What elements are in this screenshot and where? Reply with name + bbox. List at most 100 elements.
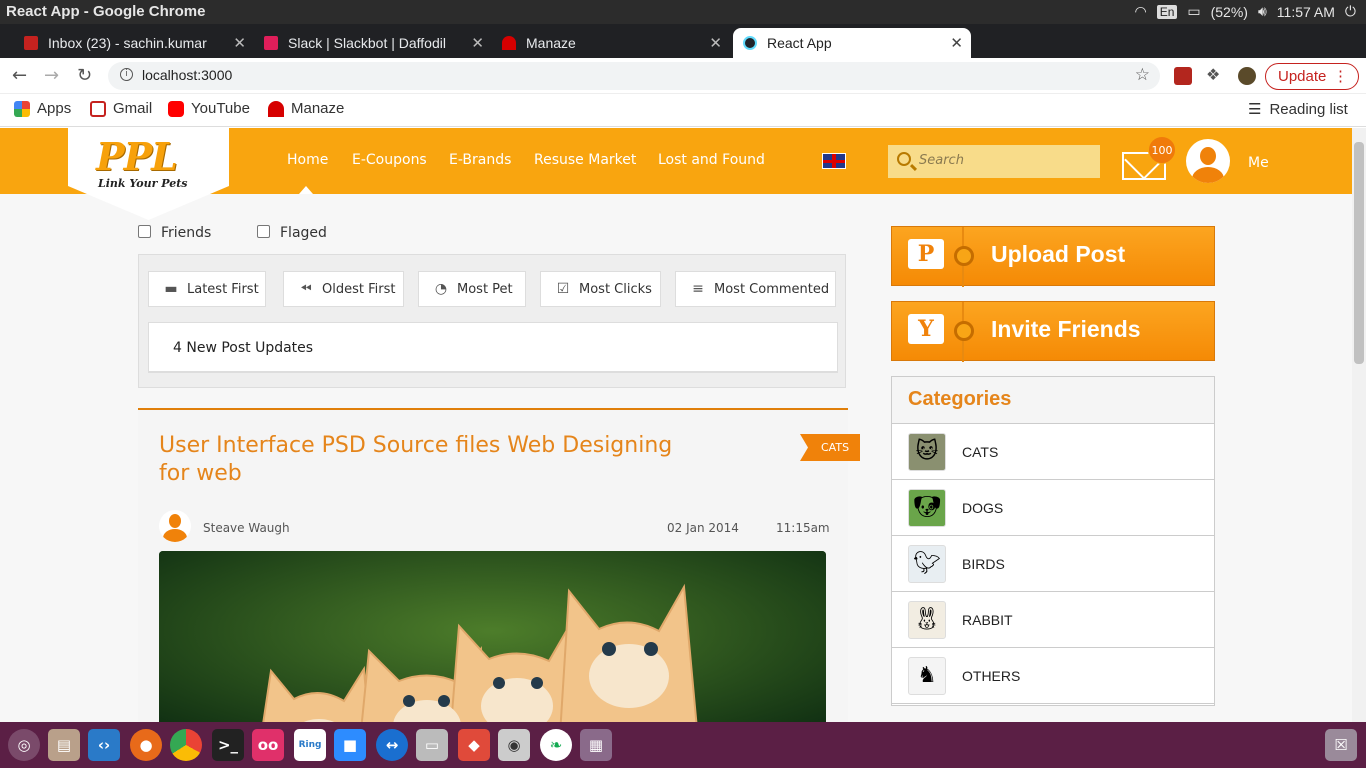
site-logo[interactable]: PPL Link Your Pets [68,128,229,220]
post-category-tag[interactable]: CATS [800,434,860,461]
category-rabbit[interactable]: 🐰︎ RABBIT [892,592,1214,648]
back-icon[interactable]: ← [12,65,27,86]
nav-resuse-market[interactable]: Resuse Market [534,152,636,168]
user-avatar[interactable] [1186,139,1230,183]
oldest-first-button[interactable]: ⏪︎ Oldest First [283,271,404,307]
firefox-icon[interactable]: ● [130,729,162,761]
category-label: BIRDS [962,555,1005,572]
most-clicks-button[interactable]: ☑ Most Clicks [540,271,661,307]
reading-list-label: Reading list [1269,100,1348,118]
me-label[interactable]: Me [1248,155,1269,171]
most-pet-button[interactable]: ◔ Most Pet [418,271,526,307]
bookmark-manaze[interactable]: Manaze [268,100,344,117]
bookmark-star-icon[interactable]: ☆ [1135,65,1150,85]
terminal-icon[interactable]: >_ [212,729,244,761]
nav-e-coupons[interactable]: E-Coupons [352,152,427,168]
reload-icon[interactable]: ↻ [77,65,92,86]
extensions-puzzle-icon[interactable]: ❖ [1206,65,1224,84]
system-tray[interactable]: ◠ En ▭ (52%) 🔊︎ 11:57 AM ⏻ [1134,3,1356,20]
chrome-icon[interactable] [170,729,202,761]
checkbox-box[interactable] [138,224,151,238]
profile-avatar[interactable] [1238,67,1256,85]
ring-icon[interactable]: Ring [294,729,326,761]
nav-home[interactable]: Home [287,152,328,168]
app-oo-icon[interactable]: oo [252,729,284,761]
drive-icon[interactable]: ▭ [416,729,448,761]
post-image-kittens[interactable] [159,551,826,722]
reading-list[interactable]: ☰ Reading list [1248,100,1348,119]
button-label: Most Commented [714,281,830,297]
battery-icon[interactable]: ▭ [1187,3,1200,20]
button-label: Most Pet [457,281,513,297]
bookmarks-bar: Apps Gmail YouTube Manaze ☰ Reading list [0,94,1366,127]
category-label: RABBIT [962,611,1013,628]
category-dogs[interactable]: 🐶︎ DOGS [892,480,1214,536]
site-info-icon[interactable]: i [120,68,133,81]
latest-first-button[interactable]: ▬ Latest First [148,271,266,307]
button-label: Oldest First [322,281,396,297]
bookmark-apps[interactable]: Apps [14,100,71,117]
forward-icon[interactable]: → [44,65,59,86]
keyboard-layout[interactable]: En [1156,4,1178,19]
zoom-icon[interactable]: ■ [334,729,366,761]
bookmark-label: Manaze [291,100,345,117]
close-tab-icon[interactable]: ✕ [709,34,722,52]
tab-manaze[interactable]: Manaze ✕ [492,28,730,58]
anydesk-icon[interactable]: ◆ [458,729,490,761]
post-title[interactable]: User Interface PSD Source files Web Desi… [159,432,699,488]
mongodb-icon[interactable]: ❧ [540,729,572,761]
bookmark-youtube[interactable]: YouTube [168,100,250,117]
logo-subtitle: Link Your Pets [98,177,188,190]
trash-icon[interactable]: ☒ [1325,729,1357,761]
upload-post-button[interactable]: P Upload Post [891,226,1215,287]
extension-icon[interactable] [1174,67,1192,85]
new-post-updates[interactable]: 4 New Post Updates [148,322,838,373]
close-tab-icon[interactable]: ✕ [471,34,484,52]
scrollbar-thumb[interactable] [1354,142,1364,364]
category-label: OTHERS [962,667,1021,684]
flaged-checkbox[interactable]: Flaged [257,224,327,241]
vscode-icon[interactable]: ‹› [88,729,120,761]
bookmark-gmail[interactable]: Gmail [90,100,152,117]
category-others[interactable]: ♞ OTHERS [892,648,1214,704]
clock[interactable]: 11:57 AM [1277,4,1335,20]
teamviewer-icon[interactable]: ↔ [376,729,408,761]
most-commented-button[interactable]: ≡ Most Commented [675,271,836,307]
browser-toolbar: ← → ↻ i localhost:3000 ☆ ❖ Update ⋮ [0,58,1366,94]
nav-e-brands[interactable]: E-Brands [449,152,511,168]
close-tab-icon[interactable]: ✕ [950,34,963,52]
site-search[interactable] [888,145,1100,178]
tab-strip: Inbox (23) - sachin.kumar ✕ Slack | Slac… [0,24,1366,76]
page-scrollbar[interactable] [1352,128,1366,722]
camera-icon[interactable]: ◉ [498,729,530,761]
checkbox-box[interactable] [257,224,270,238]
os-top-bar: React App - Google Chrome ◠ En ▭ (52%) 🔊… [0,0,1366,24]
rewind-icon: ⏪︎ [300,281,312,297]
uk-flag-icon[interactable] [822,153,846,169]
media-icon[interactable]: ▦ [580,729,612,761]
url-text[interactable]: localhost:3000 [142,67,232,83]
power-icon[interactable]: ⏻ [1345,3,1356,20]
wifi-icon[interactable]: ◠ [1134,3,1146,20]
files-icon[interactable]: ▤ [48,729,80,761]
tab-slack[interactable]: Slack | Slackbot | Daffodil ✕ [254,28,492,58]
tab-gmail-inbox[interactable]: Inbox (23) - sachin.kumar ✕ [14,28,254,58]
kebab-menu-icon[interactable]: ⋮ [1333,67,1348,85]
friends-checkbox[interactable]: Friends [138,224,211,241]
category-cats[interactable]: 🐱︎ CATS [892,424,1214,480]
ubuntu-logo-icon[interactable]: ◎ [8,729,40,761]
address-bar[interactable]: i localhost:3000 ☆ [108,62,1160,90]
nav-lost-and-found[interactable]: Lost and Found [658,152,765,168]
search-input[interactable] [919,153,1089,168]
category-birds[interactable]: 🐦︎ BIRDS [892,536,1214,592]
umbrella-icon [502,36,516,50]
cat-thumbnail: 🐱︎ [908,432,946,471]
close-tab-icon[interactable]: ✕ [233,34,246,52]
invite-friends-button[interactable]: Y Invite Friends [891,301,1215,362]
tab-react-app[interactable]: React App ✕ [733,28,971,58]
post-author[interactable]: Steave Waugh [203,521,290,535]
volume-icon[interactable]: 🔊︎ [1258,3,1267,20]
update-button[interactable]: Update ⋮ [1265,63,1359,90]
tab-title: Inbox (23) - sachin.kumar [48,35,207,51]
chat-bubble-icon: ▬ [164,281,178,297]
